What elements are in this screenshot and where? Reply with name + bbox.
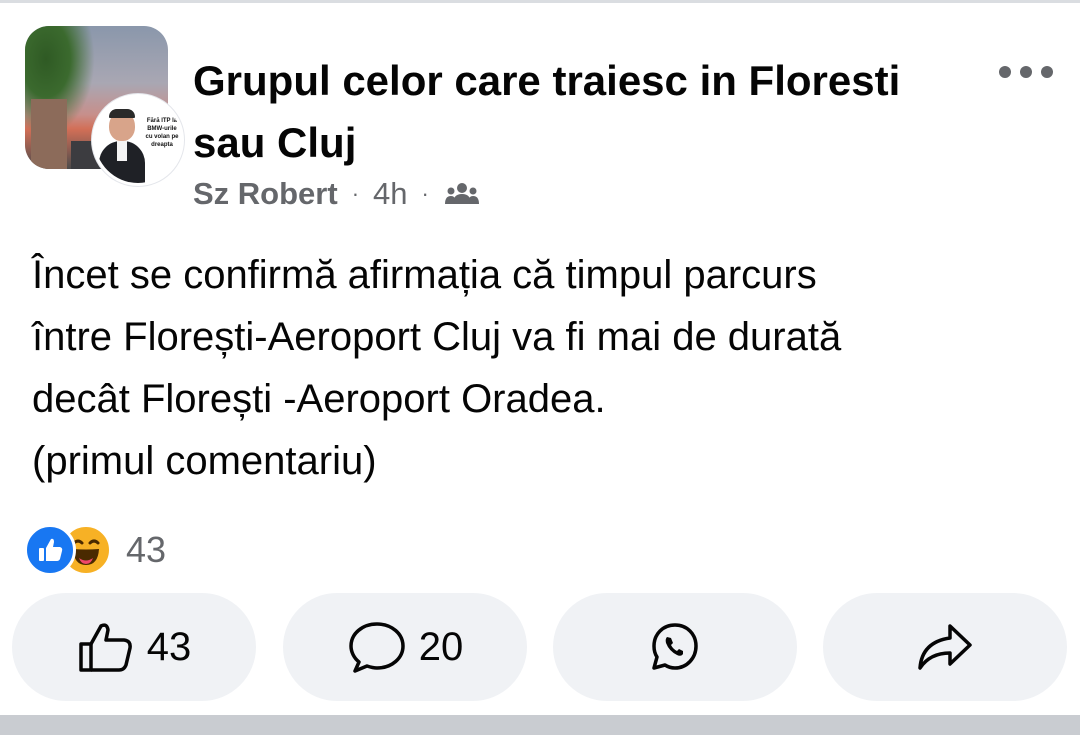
like-button[interactable]: 43 xyxy=(12,593,256,701)
more-dot-icon xyxy=(1020,66,1032,78)
post-meta: Sz Robert · 4h · xyxy=(193,174,481,214)
whatsapp-icon xyxy=(652,623,698,670)
top-divider xyxy=(0,0,1080,3)
comment-bubble-icon xyxy=(349,622,405,673)
author-name-link[interactable]: Sz Robert xyxy=(193,176,338,212)
more-options-button[interactable] xyxy=(995,60,1057,84)
author-avatar[interactable]: Fără ITP la BMW-urile cu volan pe dreapt… xyxy=(92,94,184,186)
group-avatar-building xyxy=(31,99,67,169)
comment-button[interactable]: 20 xyxy=(283,593,527,701)
whatsapp-share-button[interactable] xyxy=(553,593,797,701)
more-dot-icon xyxy=(999,66,1011,78)
reactions-summary[interactable]: 43 xyxy=(24,524,166,576)
thumbs-up-icon xyxy=(79,623,132,672)
bottom-divider xyxy=(0,715,1080,735)
group-members-icon xyxy=(443,179,481,209)
meta-separator: · xyxy=(421,181,429,206)
post-body-text: Încet se confirmă afirmația că timpul pa… xyxy=(32,253,842,483)
reaction-count: 43 xyxy=(126,529,167,570)
like-count: 43 xyxy=(146,624,192,669)
share-arrow-icon xyxy=(918,624,972,670)
share-button[interactable] xyxy=(823,593,1067,701)
author-avatar-shirt xyxy=(117,141,127,161)
group-title-link[interactable]: Grupul celor care traiesc in Floresti sa… xyxy=(193,50,983,174)
comment-count: 20 xyxy=(418,624,464,669)
author-avatar-hair xyxy=(109,109,135,118)
more-dot-icon xyxy=(1041,66,1053,78)
like-reaction-icon xyxy=(24,524,76,576)
author-avatar-caption: Fără ITP la BMW-urile cu volan pe dreapt… xyxy=(145,118,179,148)
post-timestamp[interactable]: 4h xyxy=(373,176,407,212)
meta-separator: · xyxy=(351,181,360,206)
